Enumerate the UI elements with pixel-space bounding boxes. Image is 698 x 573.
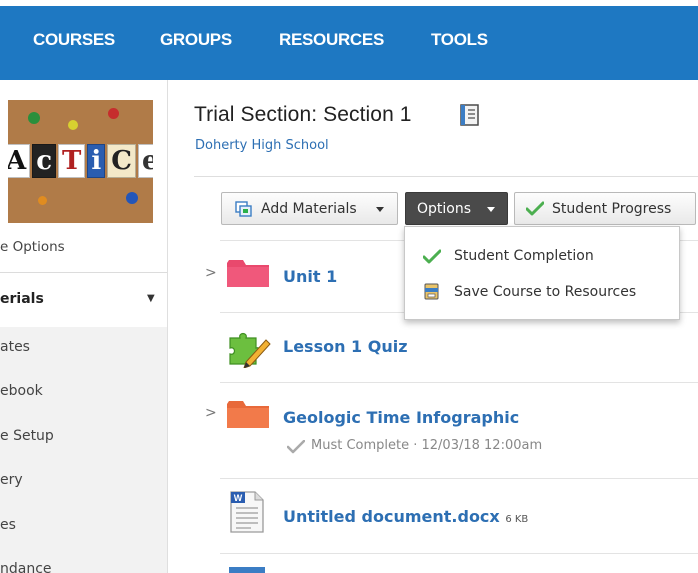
- green-check-icon: [423, 249, 441, 264]
- material-untitled-document[interactable]: Untitled document.docx 6 KB: [283, 507, 528, 526]
- material-requirement-meta: Must Complete · 12/03/18 12:00am: [311, 438, 543, 453]
- pin-icon: [126, 192, 138, 204]
- course-options-link[interactable]: e Options: [0, 239, 65, 255]
- school-link[interactable]: Doherty High School: [195, 138, 329, 153]
- pin-icon: [108, 108, 119, 119]
- chevron-right-icon[interactable]: >: [205, 405, 217, 421]
- options-label: Options: [417, 201, 472, 217]
- nav-groups[interactable]: GROUPS: [160, 30, 232, 50]
- chevron-down-icon: [376, 207, 384, 212]
- pin-icon: [68, 120, 78, 130]
- notebook-icon[interactable]: [460, 104, 480, 126]
- chevron-right-icon[interactable]: >: [205, 265, 217, 281]
- sidebar-menu: [0, 327, 167, 573]
- nav-courses[interactable]: COURSES: [33, 30, 115, 50]
- page-title: Trial Section: Section 1: [194, 103, 412, 126]
- next-material-icon: [229, 567, 265, 573]
- material-title: Untitled document.docx: [283, 507, 500, 526]
- nav-tools[interactable]: TOOLS: [431, 30, 488, 50]
- course-picture-letters: AcTiCe: [8, 144, 153, 178]
- menu-item-student-completion[interactable]: Student Completion: [405, 241, 679, 271]
- sidebar-item-updates[interactable]: ates: [0, 339, 30, 355]
- student-progress-button[interactable]: Student Progress: [514, 192, 696, 225]
- pin-icon: [28, 112, 40, 124]
- sidebar-divider: [0, 272, 167, 273]
- orange-folder-icon: [227, 401, 269, 428]
- menu-item-label: Save Course to Resources: [454, 284, 637, 300]
- add-materials-icon: [235, 201, 252, 217]
- course-sidebar: AcTiCe e Options erials ▼ ates ebook e S…: [0, 80, 168, 573]
- menu-item-save-course-to-resources[interactable]: Save Course to Resources: [405, 277, 679, 307]
- list-divider: [220, 478, 698, 479]
- file-size: 6 KB: [505, 514, 529, 525]
- puzzle-pencil-icon: [229, 332, 271, 368]
- chevron-down-icon[interactable]: ▼: [147, 293, 155, 304]
- sidebar-item-badges[interactable]: es: [0, 517, 16, 533]
- add-materials-label: Add Materials: [261, 201, 357, 217]
- options-button[interactable]: Options: [405, 192, 508, 225]
- materials-section-header[interactable]: erials: [0, 291, 44, 307]
- word-document-icon: W: [230, 491, 264, 533]
- options-dropdown-menu: Student Completion Save Course to Resour…: [404, 226, 680, 320]
- top-nav-bar: COURSES GROUPS RESOURCES TOOLS: [0, 6, 698, 80]
- menu-item-label: Student Completion: [454, 248, 594, 264]
- sidebar-item-grade-setup[interactable]: e Setup: [0, 428, 54, 444]
- material-unit-1[interactable]: Unit 1: [283, 267, 337, 286]
- chevron-down-icon: [487, 207, 495, 212]
- header-divider: [194, 176, 698, 177]
- list-divider: [220, 553, 698, 554]
- svg-text:W: W: [234, 493, 243, 503]
- pink-folder-icon: [227, 260, 269, 287]
- green-check-icon: [526, 201, 544, 216]
- list-divider: [220, 382, 698, 383]
- sidebar-item-gradebook[interactable]: ebook: [0, 383, 43, 399]
- gray-check-icon: [287, 440, 305, 454]
- resources-box-icon: [424, 283, 439, 300]
- student-progress-label: Student Progress: [552, 201, 672, 217]
- sidebar-item-attendance[interactable]: ndance: [0, 561, 52, 573]
- sidebar-item-mastery[interactable]: ery: [0, 472, 23, 488]
- add-materials-button[interactable]: Add Materials: [221, 192, 398, 225]
- material-geologic-time-infographic[interactable]: Geologic Time Infographic: [283, 408, 519, 427]
- pin-icon: [38, 196, 47, 205]
- nav-resources[interactable]: RESOURCES: [279, 30, 384, 50]
- course-picture[interactable]: AcTiCe: [8, 100, 153, 223]
- material-lesson-1-quiz[interactable]: Lesson 1 Quiz: [283, 337, 408, 356]
